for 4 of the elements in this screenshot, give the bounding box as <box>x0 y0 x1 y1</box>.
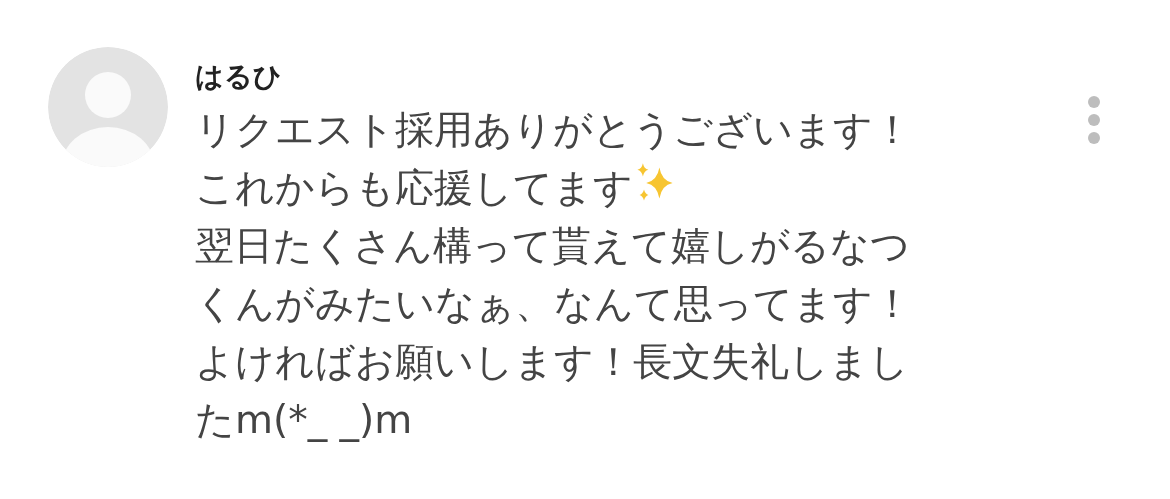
avatar-icon <box>48 47 168 167</box>
comment-text: リクエスト採用ありがとうございます！ これからも応援してます 翌日たくさん構って貰えて嬉しがるなつ くんがみたいなぁ、なんて思ってます！ よければお願いします！長文失礼しまし たm(*_ _)m <box>195 106 913 444</box>
more-options-icon[interactable] <box>1087 95 1101 145</box>
author-name: はるひ <box>195 59 283 95</box>
